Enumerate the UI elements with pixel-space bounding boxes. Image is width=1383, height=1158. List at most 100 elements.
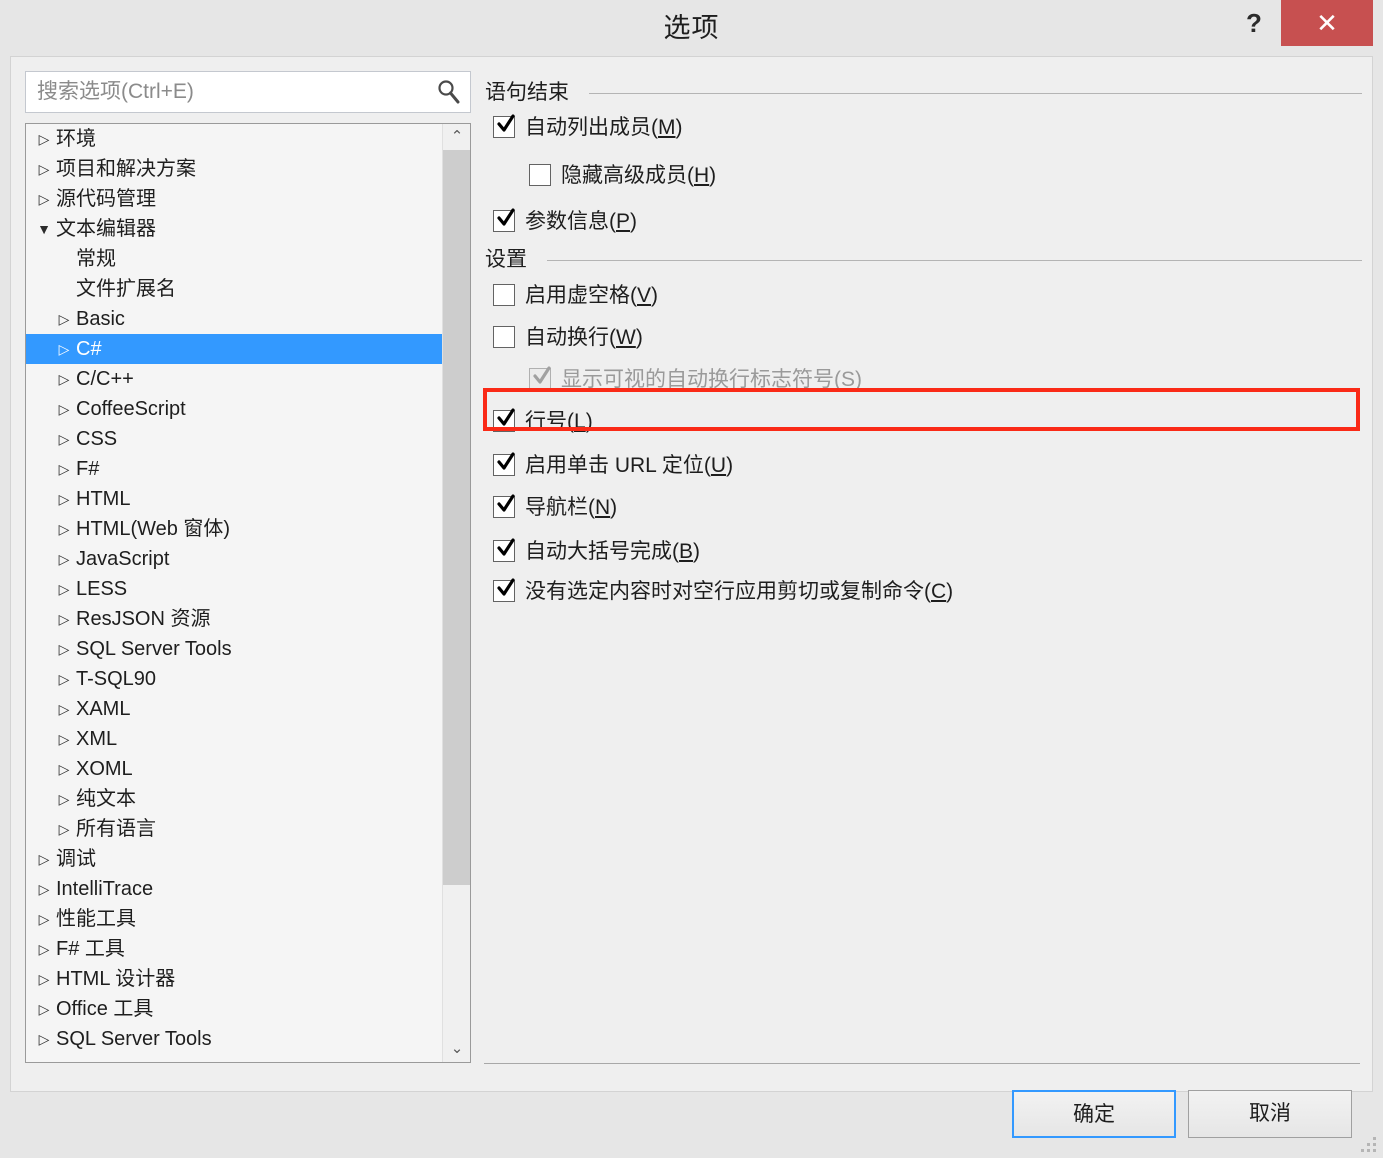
chevron-right-icon[interactable]: ▷ bbox=[56, 604, 72, 634]
tree-item[interactable]: ▷ IntelliTrace bbox=[26, 874, 442, 904]
tree-item[interactable]: ▷ Basic bbox=[26, 304, 442, 334]
checkbox-unchecked-icon[interactable] bbox=[493, 326, 515, 348]
checkbox-accelerator: B bbox=[679, 540, 694, 563]
title-bar: 选项 ? ✕ bbox=[0, 0, 1383, 56]
chevron-right-icon[interactable]: ▷ bbox=[56, 424, 72, 454]
chevron-right-icon[interactable]: ▷ bbox=[36, 874, 52, 904]
tree-item[interactable]: ▷ LESS bbox=[26, 574, 442, 604]
checkbox-label-text: 自动列出成员( bbox=[525, 116, 658, 139]
tree-item[interactable]: ▷ 源代码管理 bbox=[26, 184, 442, 214]
search-input[interactable]: 搜索选项(Ctrl+E) bbox=[25, 71, 471, 113]
checkbox-checked-icon[interactable] bbox=[493, 578, 515, 602]
tree-item[interactable]: ▷ CSS bbox=[26, 424, 442, 454]
tree-item-label: C# bbox=[76, 338, 102, 360]
chevron-right-icon[interactable]: ▷ bbox=[56, 574, 72, 604]
ok-button[interactable]: 确定 bbox=[1012, 1090, 1176, 1138]
chevron-right-icon[interactable]: ▷ bbox=[56, 724, 72, 754]
cancel-button[interactable]: 取消 bbox=[1188, 1090, 1352, 1138]
tree-item[interactable]: ▷ XOML bbox=[26, 754, 442, 784]
chevron-right-icon[interactable]: ▷ bbox=[56, 334, 72, 364]
checkbox-label-tail: ) bbox=[635, 326, 643, 349]
checkbox-accelerator: C bbox=[931, 580, 947, 603]
chevron-right-icon[interactable]: ▷ bbox=[56, 784, 72, 814]
checkbox-unchecked-icon[interactable] bbox=[529, 164, 551, 186]
tree-item[interactable]: ▷ 所有语言 bbox=[26, 814, 442, 844]
chevron-right-icon[interactable]: ▷ bbox=[36, 124, 52, 154]
tree-item[interactable]: ▷ SQL Server Tools bbox=[26, 634, 442, 664]
tree-item[interactable]: ▷ HTML bbox=[26, 484, 442, 514]
checkbox-checked-icon[interactable] bbox=[493, 408, 515, 432]
tree-item[interactable]: ▷ T-SQL90 bbox=[26, 664, 442, 694]
checkbox-checked-icon[interactable] bbox=[493, 208, 515, 232]
chevron-right-icon[interactable]: ▷ bbox=[56, 304, 72, 334]
chevron-right-icon[interactable]: ▷ bbox=[36, 904, 52, 934]
tree-item[interactable]: ▷ XML bbox=[26, 724, 442, 754]
checkbox-accelerator: U bbox=[710, 454, 727, 477]
tree-item[interactable]: ▷ XAML bbox=[26, 694, 442, 724]
scroll-up-icon[interactable]: ⌃ bbox=[443, 124, 470, 150]
tree-item[interactable]: ▷ C# bbox=[26, 334, 442, 364]
tree-item-label: CoffeeScript bbox=[76, 398, 186, 420]
checkbox-checked-icon[interactable] bbox=[493, 538, 515, 562]
tree-item[interactable]: ▷ Office 工具 bbox=[26, 994, 442, 1024]
chevron-right-icon[interactable]: ▷ bbox=[56, 754, 72, 784]
chevron-down-icon[interactable]: ▼ bbox=[36, 214, 52, 244]
chevron-right-icon[interactable]: ▷ bbox=[56, 664, 72, 694]
tree-scrollbar[interactable]: ⌃ ⌄ bbox=[442, 124, 470, 1062]
chevron-right-icon[interactable]: ▷ bbox=[56, 454, 72, 484]
chevron-right-icon[interactable]: ▷ bbox=[36, 184, 52, 214]
tree-item[interactable]: ▼ 文本编辑器 bbox=[26, 214, 442, 244]
chevron-right-icon[interactable]: ▷ bbox=[56, 394, 72, 424]
tree-item-label: 常规 bbox=[76, 248, 116, 270]
tree-item-label: 环境 bbox=[56, 128, 96, 150]
chevron-right-icon[interactable]: ▷ bbox=[56, 514, 72, 544]
chevron-right-icon[interactable]: ▷ bbox=[36, 994, 52, 1024]
tree-item[interactable]: ▷ C/C++ bbox=[26, 364, 442, 394]
checkbox-unchecked-icon[interactable] bbox=[493, 284, 515, 306]
chevron-right-icon[interactable]: ▷ bbox=[56, 364, 72, 394]
chevron-right-icon[interactable]: ▷ bbox=[36, 1024, 52, 1054]
chevron-right-icon[interactable]: ▷ bbox=[36, 844, 52, 874]
tree-item[interactable]: ▷ 项目和解决方案 bbox=[26, 154, 442, 184]
tree-item[interactable]: ▷ ResJSON 资源 bbox=[26, 604, 442, 634]
options-tree[interactable]: ▷ 环境 ▷ 项目和解决方案 ▷ 源代码管理 ▼ 文本编辑器 常规 文件扩展名 ▷ Basic ▷ C# ▷… bbox=[25, 123, 471, 1063]
checkbox-label: 自动大括号完成(B) bbox=[525, 535, 700, 569]
tree-item[interactable]: ▷ 纯文本 bbox=[26, 784, 442, 814]
close-button[interactable]: ✕ bbox=[1281, 0, 1373, 46]
help-button[interactable]: ? bbox=[1228, 0, 1280, 46]
chevron-right-icon[interactable]: ▷ bbox=[56, 544, 72, 574]
chevron-right-icon[interactable]: ▷ bbox=[56, 814, 72, 844]
tree-item[interactable]: ▷ 环境 bbox=[26, 124, 442, 154]
tree-item[interactable]: ▷ 调试 bbox=[26, 844, 442, 874]
checkbox-checked-icon[interactable] bbox=[493, 494, 515, 518]
tree-item[interactable]: 文件扩展名 bbox=[26, 274, 442, 304]
scroll-down-icon[interactable]: ⌄ bbox=[443, 1036, 470, 1062]
tree-item-label: 调试 bbox=[56, 848, 96, 870]
resize-grip-icon[interactable] bbox=[1361, 1137, 1377, 1153]
tree-item[interactable]: ▷ HTML 设计器 bbox=[26, 964, 442, 994]
checkbox-checked-icon[interactable] bbox=[493, 114, 515, 138]
chevron-right-icon[interactable]: ▷ bbox=[56, 634, 72, 664]
chevron-right-icon[interactable]: ▷ bbox=[56, 484, 72, 514]
tree-item[interactable]: ▷ HTML(Web 窗体) bbox=[26, 514, 442, 544]
checkbox-checked-icon[interactable] bbox=[493, 452, 515, 476]
tree-item[interactable]: ▷ CoffeeScript bbox=[26, 394, 442, 424]
tree-item[interactable]: ▷ JavaScript bbox=[26, 544, 442, 574]
chevron-right-icon[interactable]: ▷ bbox=[56, 694, 72, 724]
tree-item[interactable]: ▷ F# bbox=[26, 454, 442, 484]
scrollbar-thumb[interactable] bbox=[443, 150, 470, 885]
chevron-right-icon[interactable]: ▷ bbox=[36, 934, 52, 964]
chevron-right-icon[interactable]: ▷ bbox=[36, 964, 52, 994]
tree-item[interactable]: ▷ F# 工具 bbox=[26, 934, 442, 964]
chevron-right-icon[interactable]: ▷ bbox=[36, 154, 52, 184]
search-placeholder: 搜索选项(Ctrl+E) bbox=[37, 80, 194, 103]
tree-item-label: SQL Server Tools bbox=[76, 638, 232, 660]
checkbox-label-text: 自动换行( bbox=[525, 326, 616, 349]
tree-item[interactable]: ▷ SQL Server Tools bbox=[26, 1024, 442, 1054]
section-divider bbox=[589, 93, 1362, 94]
section-divider bbox=[547, 260, 1362, 261]
tree-item[interactable]: ▷ 性能工具 bbox=[26, 904, 442, 934]
checkbox-label-tail: ) bbox=[946, 580, 954, 603]
tree-item[interactable]: 常规 bbox=[26, 244, 442, 274]
checkbox-label-tail: ) bbox=[709, 164, 717, 187]
